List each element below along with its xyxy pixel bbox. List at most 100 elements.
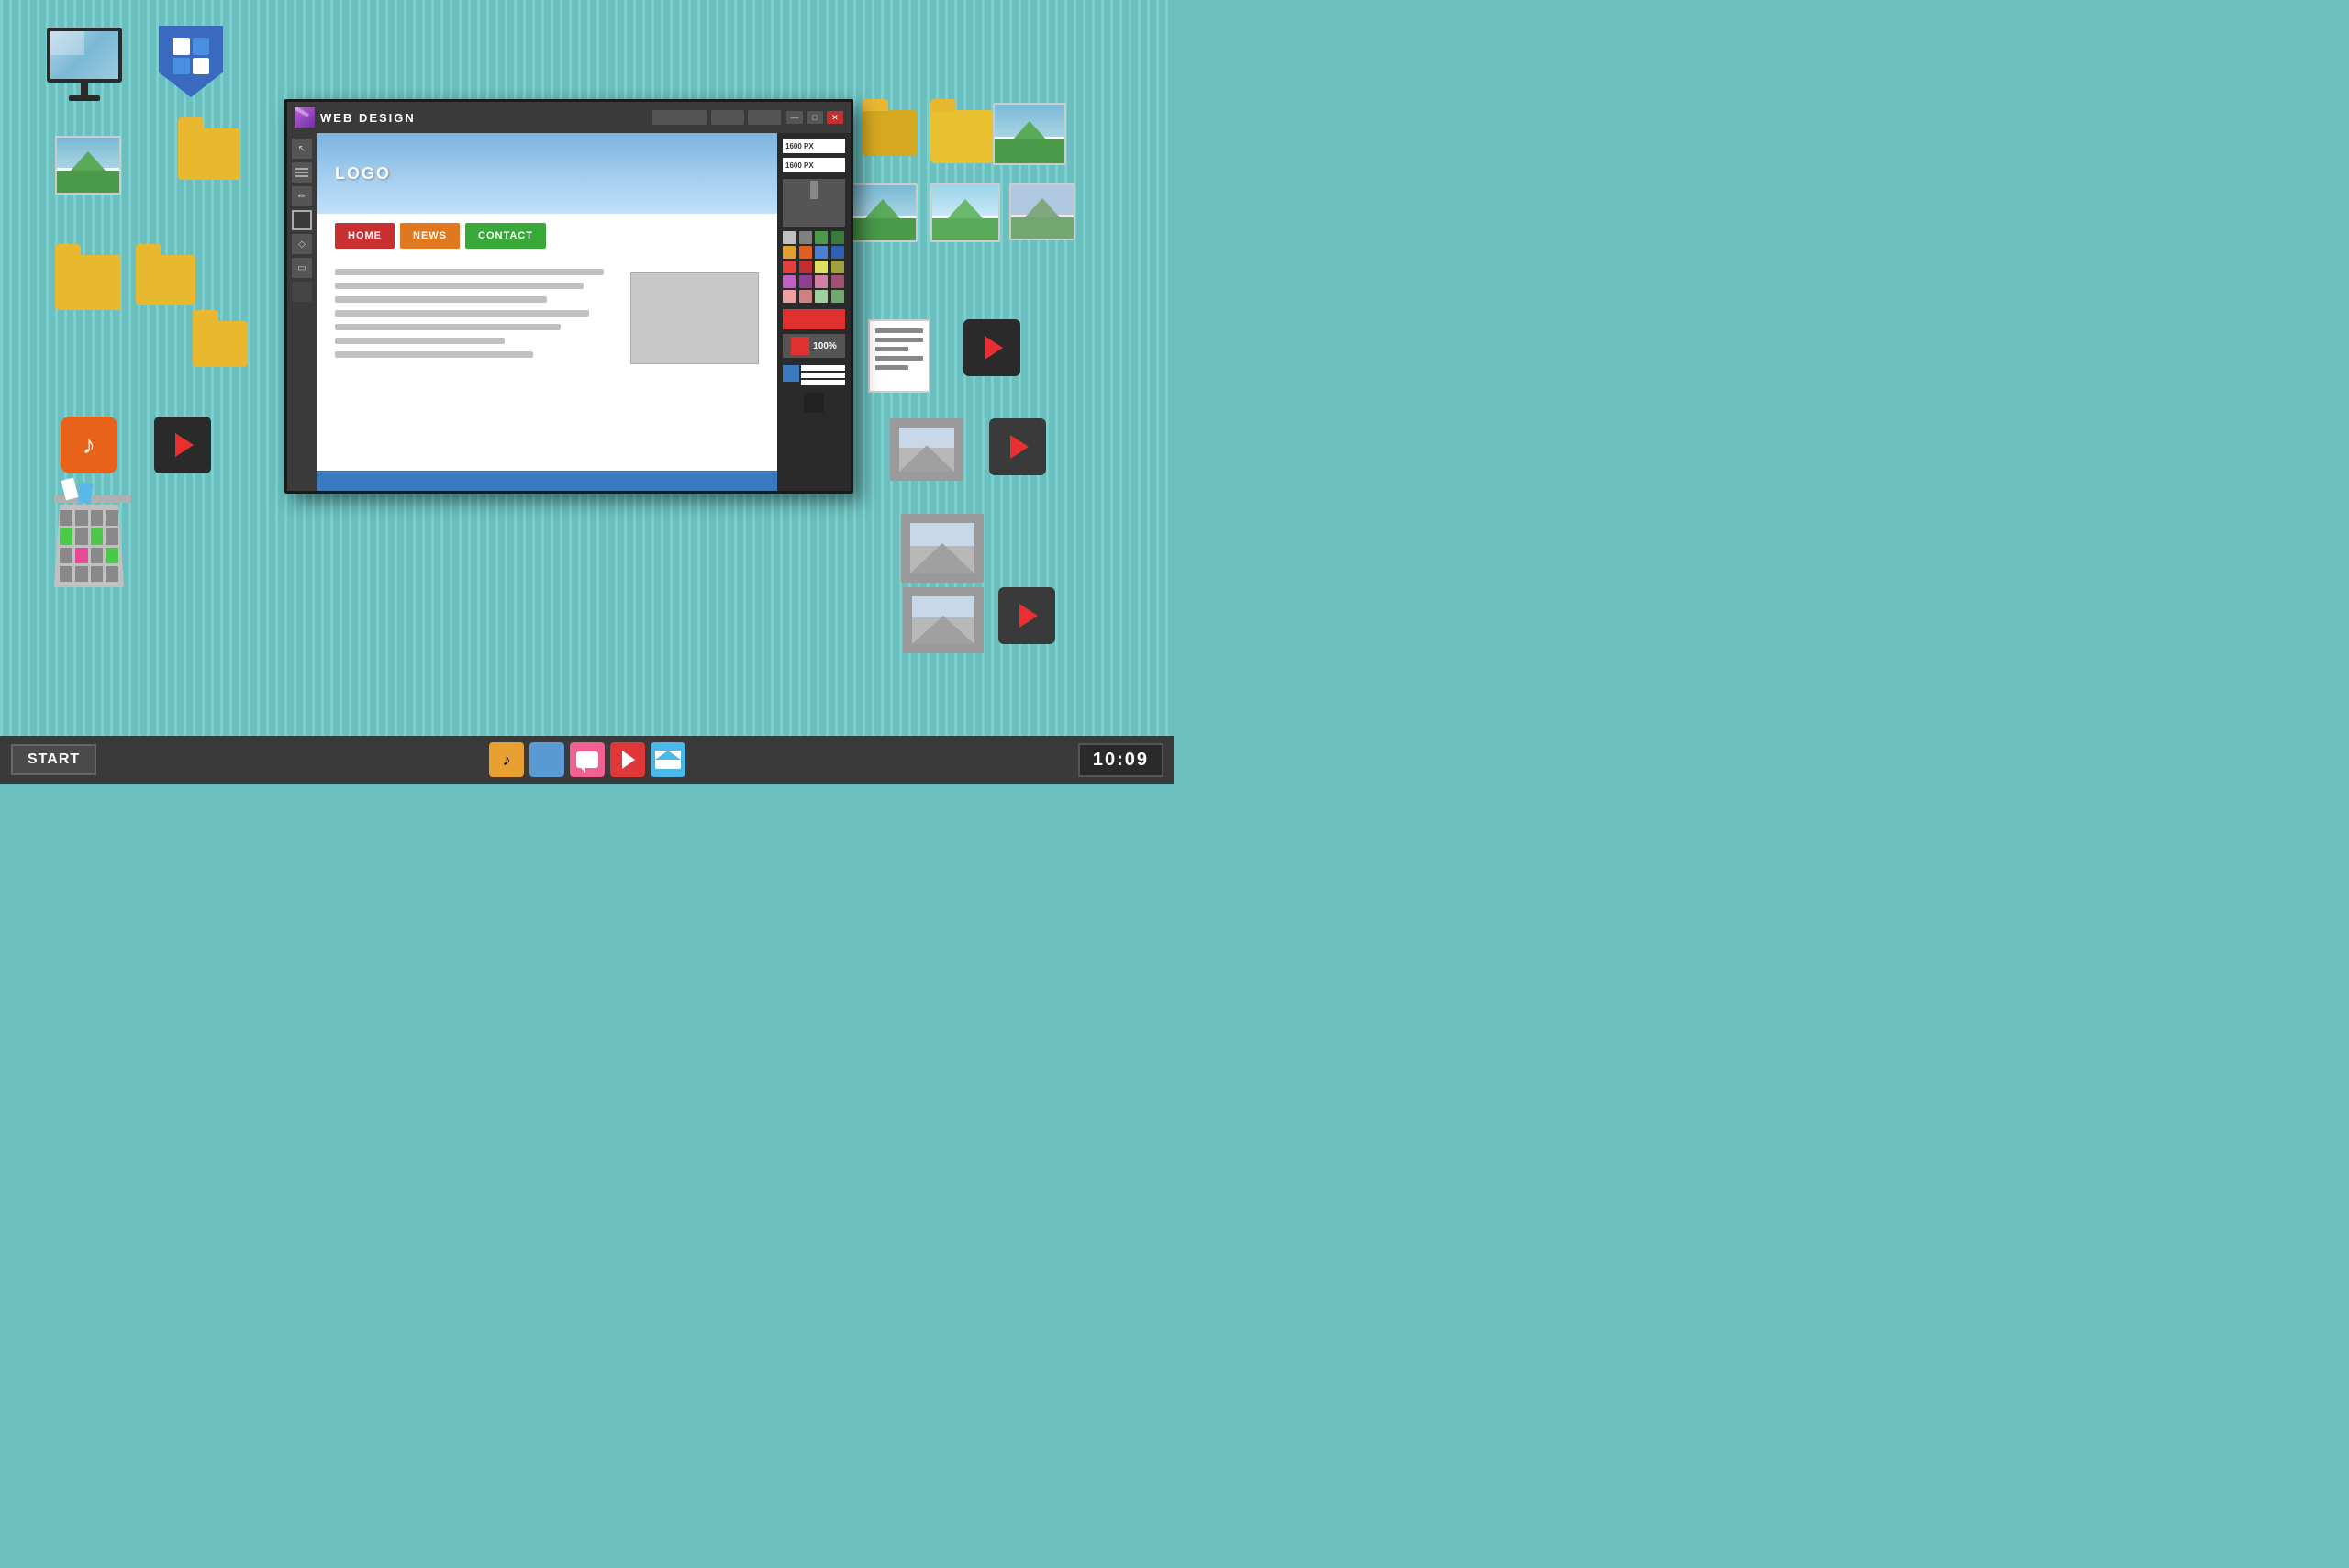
image-thumb-r4 bbox=[1009, 183, 1075, 240]
play-box-r2 bbox=[989, 418, 1046, 475]
start-button[interactable]: START bbox=[11, 744, 96, 775]
taskbar-play-icon[interactable] bbox=[610, 742, 645, 777]
shield-inner bbox=[173, 38, 209, 74]
window-canvas: LOGO HOME NEWS CONTACT bbox=[317, 133, 777, 491]
color-swatch[interactable] bbox=[831, 290, 844, 303]
taskbar-music-icon[interactable]: ♪ bbox=[489, 742, 524, 777]
color-swatch[interactable] bbox=[783, 261, 796, 273]
image-icon-r2[interactable] bbox=[848, 183, 918, 242]
folder-icon-2[interactable] bbox=[55, 255, 121, 310]
web-navigation: HOME NEWS CONTACT bbox=[317, 214, 777, 258]
px-input-row-2: 1600 PX bbox=[783, 158, 845, 172]
px-input-1[interactable]: 1600 PX bbox=[783, 139, 845, 153]
web-footer bbox=[317, 471, 777, 491]
color-swatch[interactable] bbox=[831, 231, 844, 244]
color-swatch[interactable] bbox=[815, 246, 828, 259]
image-icon-r4[interactable] bbox=[1009, 183, 1075, 240]
gray-thumb-1 bbox=[890, 418, 963, 481]
color-swatch[interactable] bbox=[783, 231, 796, 244]
tool-arrow[interactable]: ↖ bbox=[292, 139, 312, 159]
folder-icon-3[interactable] bbox=[136, 255, 195, 305]
web-image-placeholder bbox=[630, 272, 759, 364]
color-swatch[interactable] bbox=[815, 261, 828, 273]
px-input-2[interactable]: 1600 PX bbox=[783, 158, 845, 172]
monitor-icon[interactable] bbox=[39, 28, 130, 115]
document-icon[interactable] bbox=[868, 319, 930, 393]
shield-q1 bbox=[173, 38, 190, 55]
color-swatch[interactable] bbox=[831, 275, 844, 288]
nav-contact-button[interactable]: CONTACT bbox=[465, 223, 546, 249]
play-triangle-r2 bbox=[1010, 435, 1029, 459]
close-button[interactable]: ✕ bbox=[827, 111, 843, 124]
gray-image-icon-3[interactable] bbox=[903, 587, 984, 653]
color-swatch[interactable] bbox=[815, 231, 828, 244]
music-icon[interactable]: ♪ bbox=[61, 417, 117, 473]
taskbar-folder-icon[interactable] bbox=[529, 742, 564, 777]
trash-body bbox=[54, 495, 124, 578]
taskbar-mail-icon[interactable] bbox=[651, 742, 685, 777]
scroll-thumb bbox=[810, 181, 818, 199]
play-icon-1[interactable] bbox=[154, 417, 211, 473]
maximize-button[interactable]: □ bbox=[807, 111, 823, 124]
window-bar-center bbox=[652, 110, 781, 125]
tool-rect[interactable] bbox=[292, 210, 312, 230]
folder-icon-r2[interactable] bbox=[930, 110, 993, 163]
tool-pen[interactable]: ✏ bbox=[292, 186, 312, 206]
image-icon-1[interactable] bbox=[55, 136, 121, 195]
folder-shape-r1 bbox=[863, 110, 918, 156]
panel-white-2 bbox=[801, 373, 845, 378]
color-swatch[interactable] bbox=[783, 246, 796, 259]
tool-square2[interactable] bbox=[292, 282, 312, 302]
play-triangle-r1 bbox=[985, 336, 1003, 360]
color-swatch[interactable] bbox=[799, 246, 812, 259]
play-icon-r1[interactable] bbox=[963, 319, 1020, 376]
color-swatch[interactable] bbox=[831, 246, 844, 259]
taskbar-chat-icon[interactable] bbox=[570, 742, 605, 777]
shield-q4 bbox=[193, 58, 210, 75]
music-box: ♪ bbox=[61, 417, 117, 473]
text-line-3 bbox=[335, 296, 547, 303]
shield-shape bbox=[159, 26, 223, 97]
taskbar-time: 10:09 bbox=[1078, 743, 1163, 777]
nav-news-button[interactable]: NEWS bbox=[400, 223, 460, 249]
image-icon-r3[interactable] bbox=[930, 183, 1000, 242]
nav-home-button[interactable]: HOME bbox=[335, 223, 395, 249]
big-red-swatch[interactable] bbox=[783, 309, 845, 329]
gray-image-icon-1[interactable] bbox=[890, 418, 963, 481]
text-line-6 bbox=[335, 338, 505, 344]
folder-icon-1[interactable] bbox=[178, 128, 240, 180]
color-swatch[interactable] bbox=[815, 275, 828, 288]
gray-image-icon-2[interactable] bbox=[901, 514, 984, 583]
color-swatch[interactable] bbox=[799, 231, 812, 244]
title-tab-3 bbox=[748, 110, 781, 125]
tool-lines[interactable] bbox=[292, 162, 312, 183]
color-swatch[interactable] bbox=[815, 290, 828, 303]
desktop: ♪ bbox=[0, 0, 1174, 736]
color-palette bbox=[783, 231, 845, 303]
panel-white-rows bbox=[801, 365, 845, 385]
web-header: LOGO bbox=[317, 133, 777, 214]
folder-icon-r1[interactable] bbox=[863, 110, 918, 156]
px-input-row-1: 1600 PX bbox=[783, 139, 845, 153]
image-thumb-r3 bbox=[930, 183, 1000, 242]
color-swatch[interactable] bbox=[783, 275, 796, 288]
folder-shape-1 bbox=[178, 128, 240, 180]
color-swatch[interactable] bbox=[783, 290, 796, 303]
play-icon-r3[interactable] bbox=[998, 587, 1055, 644]
color-swatch[interactable] bbox=[799, 290, 812, 303]
folder-icon-4[interactable] bbox=[193, 321, 248, 367]
minimize-button[interactable]: — bbox=[786, 111, 803, 124]
color-swatch[interactable] bbox=[799, 275, 812, 288]
window-right-panel: 1600 PX 1600 PX bbox=[777, 133, 851, 491]
shield-icon[interactable] bbox=[154, 26, 228, 108]
image-icon-r1[interactable] bbox=[993, 103, 1066, 165]
window-body: ↖ ✏ ◇ ▭ LOGO HOME bbox=[287, 133, 851, 491]
play-icon-r2[interactable] bbox=[989, 418, 1046, 475]
trash-icon[interactable] bbox=[48, 495, 130, 606]
play-triangle-1 bbox=[175, 433, 194, 457]
color-swatch[interactable] bbox=[831, 261, 844, 273]
tool-diamond[interactable]: ◇ bbox=[292, 234, 312, 254]
color-swatch[interactable] bbox=[799, 261, 812, 273]
scroll-bar[interactable] bbox=[783, 179, 845, 227]
tool-eraser[interactable]: ▭ bbox=[292, 258, 312, 278]
